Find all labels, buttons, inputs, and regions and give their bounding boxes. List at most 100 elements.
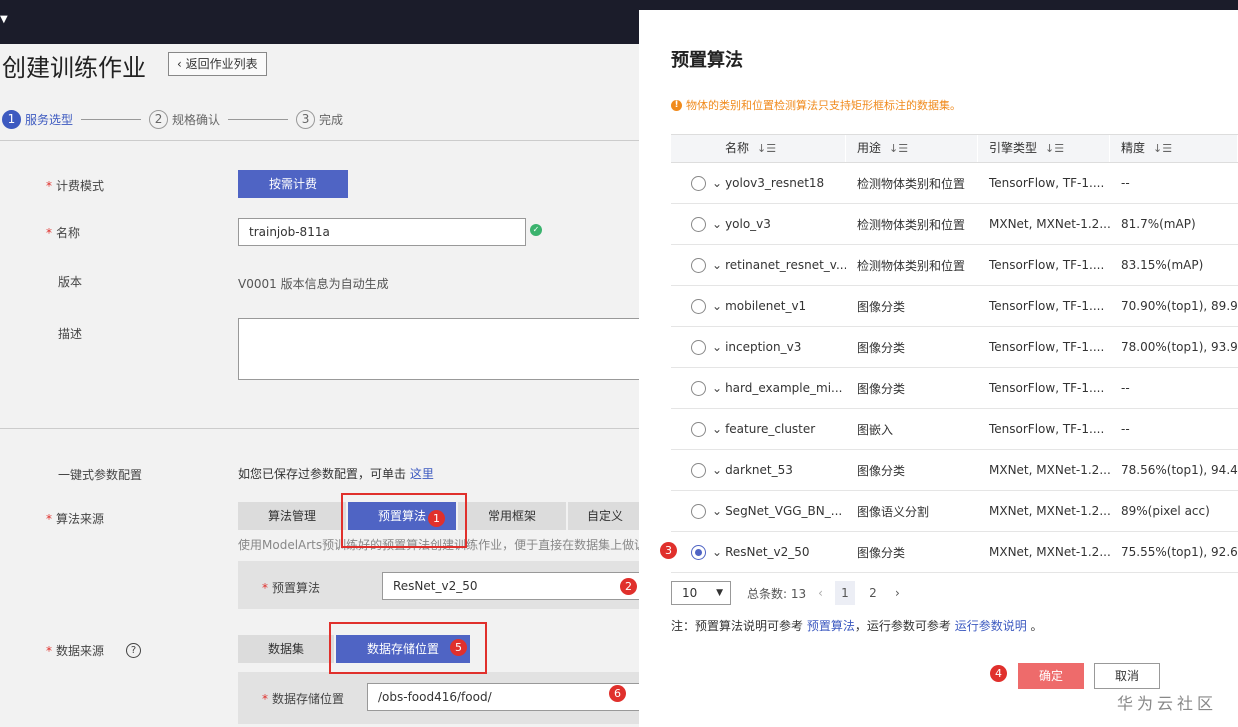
step-spec-confirm: 2 规格确认 bbox=[149, 109, 221, 129]
oneclick-config-text: 如您已保存过参数配置，可单击 这里 bbox=[238, 467, 434, 481]
cell-name: ⌄ ResNet_v2_50 bbox=[671, 544, 846, 560]
cell-accuracy: 83.15%(mAP) bbox=[1121, 258, 1204, 272]
table-row[interactable]: ⌄ mobilenet_v1 图像分类 TensorFlow, TF-1.... 70.… bbox=[671, 286, 1238, 327]
dialog-notice: ! 物体的类别和位置检测算法只支持矩形框标注的数据集。 bbox=[671, 97, 961, 113]
expand-chevron-icon[interactable]: ⌄ bbox=[712, 340, 722, 354]
cell-accuracy: 81.7%(mAP) bbox=[1121, 217, 1196, 231]
billing-mode-button[interactable]: 按需计费 bbox=[238, 170, 348, 198]
expand-chevron-icon[interactable]: ⌄ bbox=[712, 299, 722, 313]
algo-name: mobilenet_v1 bbox=[725, 299, 807, 313]
row-radio[interactable] bbox=[691, 421, 706, 437]
column-header-engine[interactable]: 引擎类型 ↓☰ bbox=[978, 135, 1110, 162]
row-radio[interactable] bbox=[691, 380, 706, 396]
row-radio[interactable] bbox=[691, 503, 706, 519]
data-location-input[interactable]: /obs-food416/food/ bbox=[367, 683, 640, 711]
watermark: 华为云社区 bbox=[1117, 694, 1218, 713]
column-header-name[interactable]: 名称 ↓☰ bbox=[671, 135, 846, 162]
cell-accuracy: 70.90%(top1), 89.9... bbox=[1121, 299, 1238, 313]
data-location-label: * 数据存储位置 bbox=[262, 692, 345, 706]
table-body: ⌄ yolov3_resnet18 检测物体类别和位置 TensorFlow, TF-… bbox=[671, 163, 1238, 573]
cell-engine: TensorFlow, TF-1.... bbox=[989, 422, 1105, 436]
cell-engine: MXNet, MXNet-1.2... bbox=[989, 545, 1110, 559]
table-row[interactable]: ⌄ retinanet_resnet_v... 检测物体类别和位置 TensorFlo… bbox=[671, 245, 1238, 286]
next-page-icon[interactable]: › bbox=[895, 586, 900, 600]
cell-accuracy: 89%(pixel acc) bbox=[1121, 504, 1210, 518]
tab-common-frameworks[interactable]: 常用框架 bbox=[458, 502, 566, 530]
expand-chevron-icon[interactable]: ⌄ bbox=[712, 463, 722, 477]
cell-name: ⌄ yolo_v3 bbox=[671, 216, 846, 232]
row-radio[interactable] bbox=[691, 339, 706, 355]
run-params-doc-link[interactable]: 运行参数说明 bbox=[955, 619, 1027, 633]
column-header-use[interactable]: 用途 ↓☰ bbox=[846, 135, 978, 162]
cell-use: 图像分类 bbox=[857, 299, 906, 314]
row-radio[interactable] bbox=[691, 544, 706, 560]
step-service-selection: 1 服务选型 bbox=[2, 109, 74, 129]
menu-caret-icon[interactable]: ▼ bbox=[0, 14, 8, 25]
row-radio[interactable] bbox=[691, 175, 706, 191]
row-radio[interactable] bbox=[691, 298, 706, 314]
expand-chevron-icon[interactable]: ⌄ bbox=[712, 545, 722, 559]
algo-source-label: * 算法来源 bbox=[46, 512, 105, 526]
cell-accuracy: 78.56%(top1), 94.4... bbox=[1121, 463, 1238, 477]
cell-use: 图像分类 bbox=[857, 545, 906, 560]
expand-chevron-icon[interactable]: ⌄ bbox=[712, 504, 722, 518]
page-2-button[interactable]: 2 bbox=[863, 581, 883, 605]
algo-name: hard_example_mi... bbox=[725, 381, 843, 395]
table-row[interactable]: ⌄ yolo_v3 检测物体类别和位置 MXNet, MXNet-1.2... 81.7… bbox=[671, 204, 1238, 245]
expand-chevron-icon[interactable]: ⌄ bbox=[712, 381, 722, 395]
step-label: 服务选型 bbox=[25, 112, 74, 127]
algo-name: ResNet_v2_50 bbox=[725, 545, 810, 559]
tab-dataset[interactable]: 数据集 bbox=[238, 635, 334, 663]
algo-name: inception_v3 bbox=[725, 340, 802, 354]
page-1-button[interactable]: 1 bbox=[834, 581, 855, 605]
name-input[interactable]: trainjob-811a bbox=[238, 218, 526, 246]
tab-algo-management[interactable]: 算法管理 bbox=[238, 502, 346, 530]
table-row[interactable]: ⌄ SegNet_VGG_BN_... 图像语义分割 MXNet, MXNet-1.2… bbox=[671, 491, 1238, 532]
step-number: 1 bbox=[2, 109, 21, 129]
row-radio[interactable] bbox=[691, 257, 706, 273]
cancel-button[interactable]: 取消 bbox=[1094, 663, 1160, 689]
help-icon[interactable]: ? bbox=[126, 643, 141, 658]
preset-algo-input[interactable]: ResNet_v2_50 bbox=[382, 572, 640, 600]
cell-name: ⌄ retinanet_resnet_v... bbox=[671, 257, 846, 273]
expand-chevron-icon[interactable]: ⌄ bbox=[712, 258, 722, 272]
cell-use: 图像分类 bbox=[857, 340, 906, 355]
tab-custom[interactable]: 自定义 bbox=[568, 502, 642, 530]
sort-icon: ↓☰ bbox=[757, 142, 777, 155]
table-row[interactable]: ⌄ feature_cluster 图嵌入 TensorFlow, TF-1.... -… bbox=[671, 409, 1238, 450]
step-label: 规格确认 bbox=[172, 112, 221, 127]
cell-engine: MXNet, MXNet-1.2... bbox=[989, 504, 1110, 518]
cell-accuracy: 75.55%(top1), 92.6... bbox=[1121, 545, 1238, 559]
divider bbox=[0, 140, 640, 141]
annotation-badge: 1 bbox=[428, 510, 445, 527]
algo-name: feature_cluster bbox=[725, 422, 816, 436]
expand-chevron-icon[interactable]: ⌄ bbox=[712, 422, 722, 436]
table-row[interactable]: ⌄ inception_v3 图像分类 TensorFlow, TF-1.... 78.… bbox=[671, 327, 1238, 368]
preset-algo-label: * 预置算法 bbox=[262, 581, 321, 595]
row-radio[interactable] bbox=[691, 462, 706, 478]
prev-page-icon[interactable]: ‹ bbox=[818, 586, 823, 600]
back-to-job-list-button[interactable]: ‹ 返回作业列表 bbox=[168, 52, 267, 76]
table-row[interactable]: ⌄ darknet_53 图像分类 MXNet, MXNet-1.2... 78.56%… bbox=[671, 450, 1238, 491]
expand-chevron-icon[interactable]: ⌄ bbox=[712, 217, 722, 231]
notice-text: 物体的类别和位置检测算法只支持矩形框标注的数据集。 bbox=[686, 99, 961, 112]
cell-use: 图像分类 bbox=[857, 381, 906, 396]
sort-icon: ↓☰ bbox=[1153, 142, 1173, 155]
cell-accuracy: 78.00%(top1), 93.9... bbox=[1121, 340, 1238, 354]
table-row[interactable]: ⌄ ResNet_v2_50 图像分类 MXNet, MXNet-1.2... 75.5… bbox=[671, 532, 1238, 573]
step-divider bbox=[228, 118, 289, 120]
row-radio[interactable] bbox=[691, 216, 706, 232]
cell-engine: TensorFlow, TF-1.... bbox=[989, 381, 1105, 395]
expand-chevron-icon[interactable]: ⌄ bbox=[712, 176, 722, 190]
step-label: 完成 bbox=[319, 112, 344, 127]
oneclick-config-link[interactable]: 这里 bbox=[410, 467, 434, 481]
column-header-accuracy[interactable]: 精度 ↓☰ bbox=[1110, 135, 1238, 162]
preset-algo-doc-link[interactable]: 预置算法 bbox=[807, 619, 855, 633]
description-textarea[interactable] bbox=[238, 318, 640, 380]
table-row[interactable]: ⌄ yolov3_resnet18 检测物体类别和位置 TensorFlow, TF-… bbox=[671, 163, 1238, 204]
algo-name: darknet_53 bbox=[725, 463, 793, 477]
table-row[interactable]: ⌄ hard_example_mi... 图像分类 TensorFlow, TF-1.… bbox=[671, 368, 1238, 409]
confirm-button[interactable]: 确定 bbox=[1018, 663, 1084, 689]
page-size-select[interactable]: 10 ▼ bbox=[671, 581, 731, 605]
cell-use: 检测物体类别和位置 bbox=[857, 176, 966, 191]
